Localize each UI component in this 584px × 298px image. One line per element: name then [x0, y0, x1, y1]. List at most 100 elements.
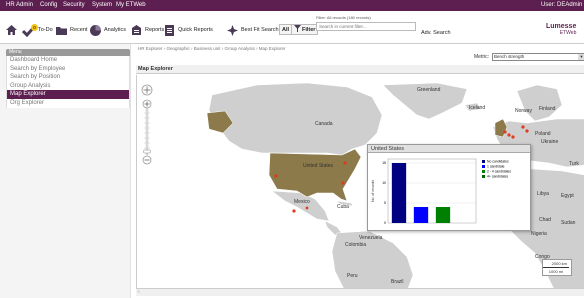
y-tick-label: 15: [382, 161, 386, 165]
metric-label: Metric:: [474, 54, 489, 60]
zoom-slider-handle[interactable]: [143, 149, 151, 154]
marker-dot: [525, 129, 529, 133]
top-menubar: HR Admin Config Security System My ETWeb…: [0, 0, 584, 11]
pie-chart-icon: [89, 24, 102, 37]
star-icon: [226, 24, 239, 37]
funnel-icon: [294, 25, 301, 34]
bar-no-candidates: [391, 163, 407, 223]
label-venezuela: Venezuela: [359, 235, 383, 241]
legend-label: 2 - 4 candidates: [487, 170, 511, 174]
best-fit-search-button[interactable]: Best Fit Search: [226, 23, 279, 37]
filter-button[interactable]: Filter: [291, 24, 319, 35]
label-canada: Canada: [315, 121, 333, 127]
filter-status: Filter: All records (180 records): [316, 15, 371, 20]
todo-button[interactable]: 0 To-Do: [21, 23, 53, 37]
folder-icon: [55, 24, 68, 37]
label-mexico: Mexico: [294, 199, 310, 205]
sidebar-header: Menu: [6, 49, 130, 56]
legend-swatch: [482, 165, 485, 168]
chart-legend: No candidates1 candidate2 - 4 candidates…: [482, 160, 511, 179]
todo-badge: 0: [31, 23, 38, 31]
label-sudan: Sudan: [561, 220, 576, 226]
legend-label: No candidates: [487, 160, 509, 164]
label-egypt: Egypt: [561, 193, 574, 199]
label-peru: Peru: [347, 273, 358, 279]
zoom-control: [140, 84, 154, 166]
menu-hr-admin[interactable]: HR Admin: [6, 2, 33, 8]
document-icon: [163, 24, 176, 37]
label-norway: Norway: [515, 108, 532, 114]
label-brazil: Brazil: [391, 279, 404, 285]
y-tick-label: 0: [384, 221, 386, 225]
reports-label: Reports: [145, 27, 165, 33]
country-popup: United States No. of records 0 5 10 15 No c…: [367, 144, 531, 231]
land-canada: [208, 82, 383, 156]
marker-dot: [521, 125, 525, 129]
toolbar: 0 To-Do Recent Analytics Reports Quick R…: [0, 11, 584, 44]
breadcrumb[interactable]: HR Explorer › Geographic › Business unit…: [138, 46, 286, 51]
home-icon: [5, 23, 18, 38]
adv-search-link[interactable]: Adv. Search: [421, 26, 451, 40]
brand-name: Lumesse: [546, 23, 577, 30]
filter-label: Filter: [302, 26, 316, 33]
marker-dot: [343, 161, 347, 165]
sidebar: Menu Dashboard Home Search by Employee Sea…: [0, 44, 131, 298]
horizontal-scrollbar[interactable]: ‹: [136, 288, 584, 296]
sidebar-item-org-explorer[interactable]: Org Explorer: [6, 98, 130, 108]
label-greenland: Greenland: [417, 87, 441, 93]
bar-1-candidate: [413, 207, 429, 223]
y-tick-label: 10: [382, 181, 386, 185]
marker-dot: [503, 130, 507, 134]
land-mexico: [271, 190, 330, 222]
checkmark-icon: 0: [21, 23, 38, 37]
label-united-states: United States: [303, 163, 334, 169]
legend-label: 1 candidate: [487, 165, 505, 169]
candidates-bar-chart: No. of records 0 5 10 15 No candidates1 can…: [371, 158, 511, 225]
y-tick-label: 5: [384, 201, 386, 205]
label-nigeria: Nigeria: [531, 231, 547, 237]
quick-reports-button[interactable]: Quick Reports: [163, 23, 213, 37]
brand-logo: Lumesse ETWeb: [546, 23, 576, 36]
marker-dot: [292, 209, 296, 213]
analytics-button[interactable]: Analytics: [89, 23, 126, 37]
home-button[interactable]: [5, 23, 18, 37]
label-colombia: Colombia: [345, 242, 366, 248]
legend-swatch: [482, 170, 485, 173]
quick-reports-label: Quick Reports: [178, 27, 213, 33]
user-label[interactable]: User: DEAdmin: [541, 2, 582, 8]
marker-dot: [507, 133, 511, 137]
metric-dropdown[interactable]: Bench strength ▼: [492, 53, 584, 61]
label-turkey: Turk: [569, 161, 579, 167]
recent-label: Recent: [70, 27, 88, 33]
brand-sub: ETWeb: [559, 30, 577, 36]
marker-dot: [511, 135, 515, 139]
label-libya: Libya: [537, 191, 549, 197]
menu-config[interactable]: Config: [40, 2, 57, 8]
label-ukraine: Ukraine: [541, 139, 558, 145]
metric-value: Bench strength: [494, 54, 525, 59]
label-chad: Chad: [539, 217, 551, 223]
best-fit-search-label: Best Fit Search: [241, 27, 279, 33]
recent-button[interactable]: Recent: [55, 23, 87, 37]
reports-button[interactable]: Reports: [130, 23, 164, 37]
search-input[interactable]: [316, 22, 416, 31]
all-label: All: [282, 26, 290, 33]
menu-security[interactable]: Security: [63, 2, 85, 8]
scale-mi: 1000 mi: [548, 269, 563, 274]
marker-dot: [305, 206, 309, 210]
chevron-down-icon: ▼: [578, 54, 584, 60]
scroll-left-icon[interactable]: ‹: [138, 289, 140, 295]
label-finland: Finland: [539, 106, 556, 112]
popup-title: United States: [368, 145, 530, 153]
label-cuba: Cuba: [337, 204, 349, 210]
menu-system[interactable]: System: [92, 2, 112, 8]
marker-dot: [341, 181, 345, 185]
menu-my-etweb[interactable]: My ETWeb: [116, 2, 146, 8]
todo-label: To-Do: [38, 27, 53, 33]
legend-label: 4+ candidates: [487, 175, 509, 179]
label-iceland: Iceland: [469, 105, 485, 111]
metric-selector: Metric: Bench strength ▼: [474, 53, 584, 61]
scale-km: 2000 km: [543, 260, 569, 268]
analytics-label: Analytics: [104, 27, 127, 33]
panel-title: Map Explorer: [136, 65, 584, 74]
